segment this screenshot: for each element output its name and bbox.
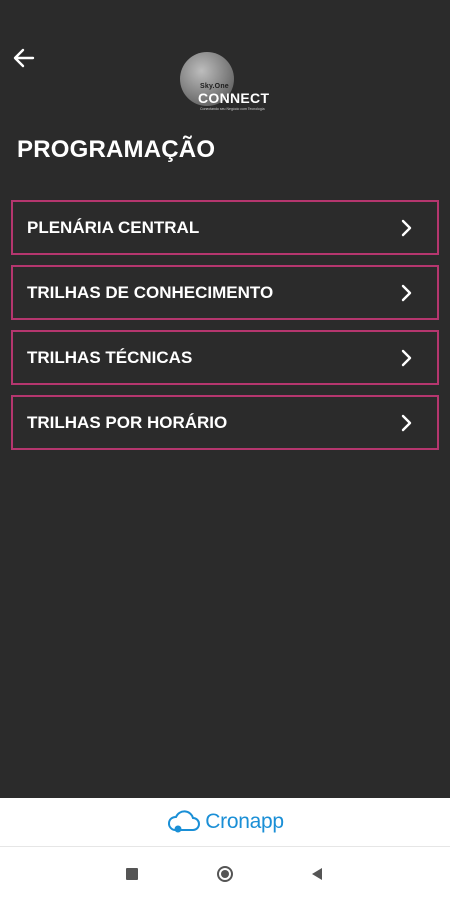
chevron-right-icon: [401, 219, 415, 237]
menu-item-trilhas-tecnicas[interactable]: TRILHAS TÉCNICAS: [11, 330, 439, 385]
menu-item-label: PLENÁRIA CENTRAL: [27, 217, 200, 237]
chevron-right-icon: [401, 284, 415, 302]
menu-item-trilhas-horario[interactable]: TRILHAS POR HORÁRIO: [11, 395, 439, 450]
back-triangle-icon: [312, 868, 322, 880]
chevron-right-icon: [401, 414, 415, 432]
menu-item-label: TRILHAS TÉCNICAS: [27, 347, 193, 367]
menu-item-label: TRILHAS DE CONHECIMENTO: [27, 282, 274, 302]
home-button[interactable]: [212, 861, 238, 887]
chevron-right-icon: [401, 349, 415, 367]
logo-small-text: Sky.One: [200, 83, 229, 90]
logo-big-text: CONNECT: [198, 90, 270, 106]
powered-by-footer: Cronapp: [0, 798, 450, 847]
recents-square-icon: [126, 868, 138, 880]
system-navigation-bar: [0, 847, 450, 900]
logo-tagline: Conectando seu Negócio com Tecnologia: [200, 107, 265, 111]
menu-item-trilhas-conhecimento[interactable]: TRILHAS DE CONHECIMENTO: [11, 265, 439, 320]
home-circle-icon: [217, 866, 233, 882]
schedule-menu: PLENÁRIA CENTRAL TRILHAS DE CONHECIMENTO…: [11, 200, 439, 460]
arrow-left-icon: [13, 48, 35, 68]
page-title: PROGRAMAÇÃO: [17, 136, 216, 163]
cloud-icon: [168, 810, 201, 833]
brand-name: Cronapp: [205, 810, 284, 833]
menu-item-label: TRILHAS POR HORÁRIO: [27, 412, 228, 432]
back-nav-button[interactable]: [304, 861, 330, 887]
back-button[interactable]: [10, 44, 38, 72]
skyone-connect-logo: Sky.One CONNECT Conectando seu Negócio c…: [180, 52, 276, 112]
cronapp-brand: Cronapp: [166, 810, 284, 834]
app-screen: Sky.One CONNECT Conectando seu Negócio c…: [0, 0, 450, 798]
recents-button[interactable]: [119, 861, 145, 887]
menu-item-plenaria-central[interactable]: PLENÁRIA CENTRAL: [11, 200, 439, 255]
